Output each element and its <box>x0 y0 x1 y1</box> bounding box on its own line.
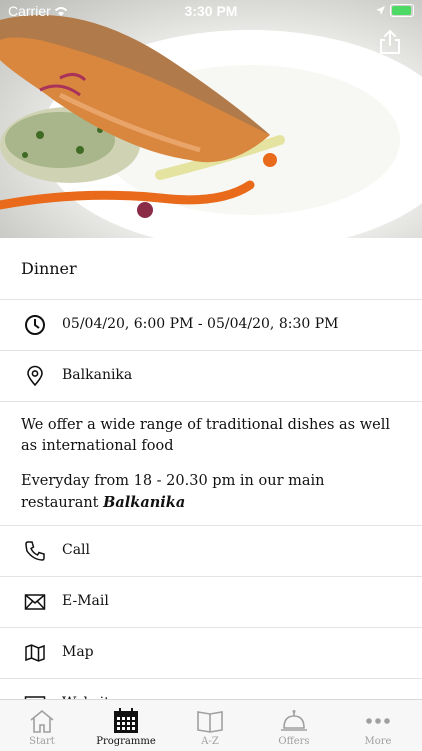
event-datetime: 05/04/20, 6:00 PM - 05/04/20, 8:30 PM <box>62 316 339 332</box>
tab-label: A-Z <box>201 736 219 747</box>
description-paragraph: Everyday from 18 - 20.30 pm in our main … <box>21 471 401 514</box>
clock-icon <box>25 315 45 335</box>
tab-a-z[interactable]: A-Z <box>168 700 252 751</box>
tab-start[interactable]: Start <box>0 700 84 751</box>
tab-label: Start <box>29 736 55 747</box>
share-icon[interactable] <box>376 28 404 56</box>
hero-image: Carrier 3:30 PM <box>0 0 422 238</box>
event-description-row: We offer a wide range of traditional dis… <box>0 402 422 526</box>
call-label: Call <box>62 542 91 558</box>
description-paragraph: We offer a wide range of traditional dis… <box>21 417 390 454</box>
event-description: We offer a wide range of traditional dis… <box>21 415 401 528</box>
call-row[interactable]: Call <box>0 526 422 577</box>
map-pin-icon <box>27 365 43 387</box>
email-label: E-Mail <box>62 593 109 609</box>
tab-bar: Start Programme A-Z Offers More <box>0 699 422 751</box>
status-time: 3:30 PM <box>184 3 238 19</box>
event-datetime-row: 05/04/20, 6:00 PM - 05/04/20, 8:30 PM <box>0 300 422 351</box>
map-row[interactable]: Map <box>0 628 422 679</box>
home-icon <box>30 709 54 733</box>
tab-more[interactable]: More <box>336 700 420 751</box>
status-bar: Carrier 3:30 PM <box>0 0 422 22</box>
more-icon <box>366 718 390 724</box>
phone-icon <box>25 541 45 561</box>
restaurant-name: Balkanika <box>103 494 186 511</box>
tab-programme[interactable]: Programme <box>84 700 168 751</box>
salmon-dish-image <box>0 15 422 238</box>
event-title: Dinner <box>21 259 77 278</box>
tab-offers[interactable]: Offers <box>252 700 336 751</box>
book-icon <box>197 711 223 733</box>
mail-icon <box>24 594 46 610</box>
bell-icon <box>281 710 307 731</box>
tab-label: Programme <box>96 736 156 747</box>
battery-icon <box>390 4 414 17</box>
tab-label: More <box>364 736 392 747</box>
location-arrow-icon <box>376 6 385 15</box>
event-location: Balkanika <box>62 367 133 383</box>
email-row[interactable]: E-Mail <box>0 577 422 628</box>
tab-label: Offers <box>278 736 310 747</box>
map-icon <box>25 644 45 662</box>
map-label: Map <box>62 644 94 660</box>
event-title-row: Dinner <box>0 238 422 300</box>
event-location-row: Balkanika <box>0 351 422 402</box>
calendar-icon <box>114 708 138 733</box>
